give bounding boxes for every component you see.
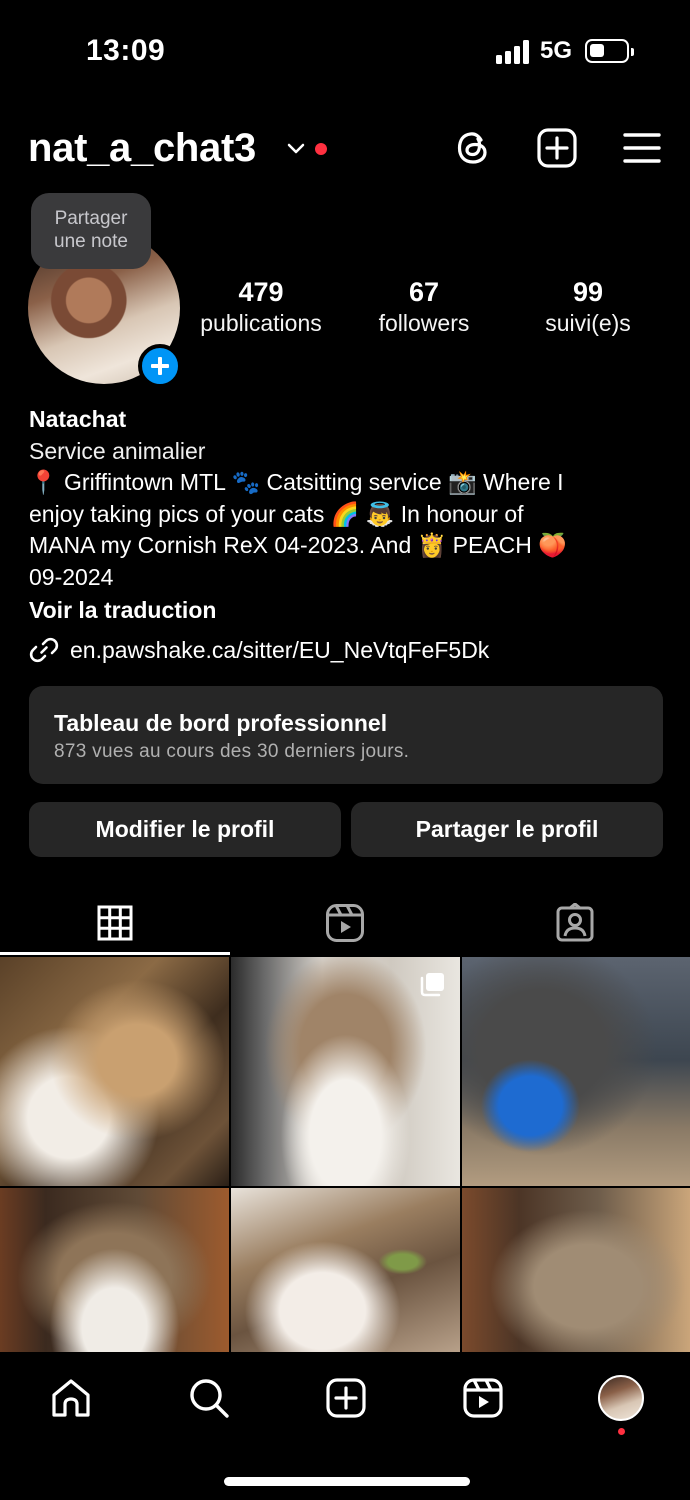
create-post-icon[interactable] xyxy=(536,127,578,169)
stat-value: 67 xyxy=(408,277,440,307)
bio-link[interactable]: en.pawshake.ca/sitter/EU_NeVtqFeF5Dk xyxy=(29,634,489,666)
share-note-bubble[interactable]: Partager une note xyxy=(31,193,151,269)
display-name: Natachat xyxy=(29,406,127,432)
tab-reels[interactable] xyxy=(230,890,460,956)
chevron-down-icon[interactable] xyxy=(286,138,306,158)
status-time: 13:09 xyxy=(86,34,166,67)
stat-value: 479 xyxy=(238,277,284,307)
menu-icon[interactable] xyxy=(621,127,663,169)
bio-line: 09-2024 xyxy=(29,563,114,590)
search-icon[interactable] xyxy=(187,1376,231,1420)
posts-grid xyxy=(0,957,690,1352)
note-line-2: une note xyxy=(54,231,128,252)
home-icon[interactable] xyxy=(49,1376,93,1420)
profile-nav-avatar[interactable] xyxy=(598,1375,644,1421)
carousel-icon xyxy=(420,973,444,997)
note-line-1: Partager xyxy=(54,208,128,229)
profile-tabs xyxy=(0,890,690,956)
tab-tagged[interactable] xyxy=(460,890,690,956)
username[interactable]: nat_a_chat3 xyxy=(28,126,256,171)
dashboard-subtitle: 873 vues au cours des 30 derniers jours. xyxy=(54,741,410,762)
create-icon[interactable] xyxy=(324,1376,368,1420)
bottom-nav xyxy=(0,1352,690,1500)
stat-following[interactable]: 99 suivi(e)s xyxy=(532,276,644,338)
post-thumbnail[interactable] xyxy=(462,957,690,1186)
profile-header: nat_a_chat3 xyxy=(0,118,690,182)
edit-profile-button[interactable]: Modifier le profil xyxy=(29,802,341,857)
stat-publications[interactable]: 479 publications xyxy=(190,276,332,338)
stat-value: 99 xyxy=(572,277,604,307)
bio-line: enjoy taking pics of your cats 🌈 👼 In ho… xyxy=(29,500,524,527)
reels-nav-icon[interactable] xyxy=(461,1376,505,1420)
grid-icon xyxy=(97,905,133,941)
professional-dashboard[interactable]: Tableau de bord professionnel 873 vues a… xyxy=(29,686,663,784)
stat-label: suivi(e)s xyxy=(545,310,631,336)
post-thumbnail[interactable] xyxy=(462,1188,690,1352)
reels-icon xyxy=(326,904,364,942)
active-tab-indicator xyxy=(0,952,230,955)
see-translation-link[interactable]: Voir la traduction xyxy=(29,595,669,627)
bio-line: MANA my Cornish ReX 04-2023. And 👸 PEACH… xyxy=(29,532,567,558)
status-bar: 13:09 5G xyxy=(0,0,690,100)
category: Service animalier xyxy=(29,437,206,464)
post-thumbnail[interactable] xyxy=(0,1188,229,1352)
share-profile-button[interactable]: Partager le profil xyxy=(351,802,663,857)
add-story-icon[interactable] xyxy=(138,344,182,388)
threads-icon[interactable] xyxy=(452,127,494,169)
bio: Natachat Service animalier 📍 Griffintown… xyxy=(29,404,669,627)
tab-grid[interactable] xyxy=(0,890,230,956)
link-text: en.pawshake.ca/sitter/EU_NeVtqFeF5Dk xyxy=(70,636,490,663)
battery-icon xyxy=(585,39,634,63)
post-thumbnail[interactable] xyxy=(231,1188,460,1352)
bio-line: 📍 Griffintown MTL 🐾 Catsitting service 📸… xyxy=(29,469,564,495)
link-icon xyxy=(29,637,59,663)
stat-label: followers xyxy=(378,310,470,336)
stat-label: publications xyxy=(200,310,322,336)
notification-dot xyxy=(618,1428,625,1435)
post-thumbnail[interactable] xyxy=(0,957,229,1186)
stat-followers[interactable]: 67 followers xyxy=(360,276,488,338)
dashboard-title: Tableau de bord professionnel xyxy=(54,710,388,736)
notification-dot xyxy=(315,143,327,155)
tagged-icon xyxy=(556,903,594,942)
network-label: 5G xyxy=(540,37,573,64)
post-thumbnail[interactable] xyxy=(231,957,460,1186)
home-indicator xyxy=(224,1477,470,1486)
signal-icon xyxy=(496,40,532,64)
